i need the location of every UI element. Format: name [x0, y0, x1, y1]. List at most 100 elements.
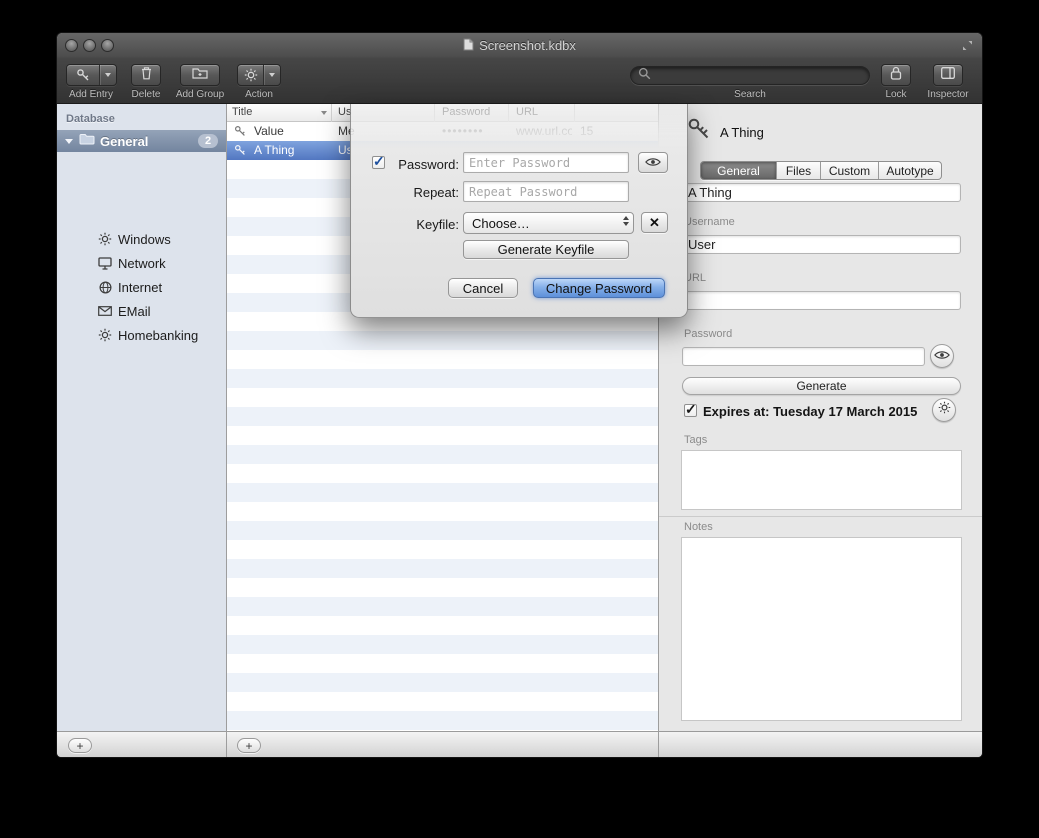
- change-password-dialog: Password: Repeat: Keyfile: Choose… ✕ Gen…: [350, 104, 688, 318]
- dialog-password-label: Password:: [383, 157, 459, 172]
- sidebar-item-windows[interactable]: Windows: [57, 227, 226, 251]
- search-input[interactable]: [655, 69, 862, 83]
- add-entry-button[interactable]: [66, 64, 117, 86]
- url-field[interactable]: [682, 291, 961, 310]
- expires-settings-button[interactable]: [932, 398, 956, 422]
- tab-general[interactable]: General: [701, 162, 777, 179]
- sidebar-divider[interactable]: [226, 104, 227, 757]
- tab-autotype[interactable]: Autotype: [879, 162, 941, 179]
- inspector-panel: A Thing General Files Custom Autotype Us…: [658, 104, 982, 731]
- gear-icon: [238, 65, 263, 85]
- username-label: Username: [684, 216, 735, 228]
- sort-arrow-icon: [321, 111, 327, 115]
- keyfile-popup[interactable]: Choose…: [463, 212, 634, 234]
- sidebar-item-network[interactable]: Network: [57, 251, 226, 275]
- search-field[interactable]: [630, 66, 870, 85]
- inspector-entry-title: A Thing: [720, 125, 764, 140]
- sidebar-item-label: Homebanking: [118, 328, 198, 343]
- sidebar-group-general[interactable]: General 2: [57, 130, 226, 152]
- dialog-repeat-input[interactable]: [463, 181, 629, 202]
- gear-icon: [97, 232, 113, 246]
- tags-label: Tags: [684, 434, 707, 446]
- folder-icon: [79, 132, 95, 150]
- cancel-button[interactable]: Cancel: [448, 278, 518, 298]
- inspector-label: Inspector: [927, 89, 968, 100]
- add-group-button[interactable]: [180, 64, 220, 86]
- key-icon: [234, 144, 246, 159]
- action-button[interactable]: [237, 64, 281, 86]
- inspector-button[interactable]: [933, 64, 963, 86]
- tags-input[interactable]: [681, 450, 962, 510]
- sidebar-item-label: EMail: [118, 304, 151, 319]
- eye-icon: [645, 155, 661, 170]
- window-header: Screenshot.kdbx Add Entry Delete Add Gro…: [57, 33, 982, 104]
- sidebar-item-label: Network: [118, 256, 166, 271]
- expires-checkbox[interactable]: [684, 404, 697, 417]
- trash-icon: [140, 66, 153, 85]
- generate-keyfile-button[interactable]: Generate Keyfile: [463, 240, 629, 259]
- search-label: Search: [734, 89, 766, 100]
- section-divider: [658, 516, 982, 517]
- monitor-icon: [97, 257, 113, 270]
- notes-label: Notes: [684, 521, 713, 533]
- search-icon: [638, 67, 651, 85]
- lock-icon: [890, 66, 902, 85]
- panel-icon: [941, 66, 955, 84]
- chevron-down-icon: [100, 65, 116, 85]
- add-entry-plus-button[interactable]: +: [237, 738, 261, 753]
- group-count-badge: 2: [198, 134, 218, 148]
- entry-title-cell: A Thing: [254, 143, 326, 157]
- show-password-button[interactable]: [930, 344, 954, 368]
- window-title-area: Screenshot.kdbx: [57, 33, 982, 58]
- add-entry-label: Add Entry: [69, 89, 113, 100]
- bottom-bar: + +: [57, 731, 982, 757]
- sidebar-item-homebanking[interactable]: Homebanking: [57, 323, 226, 347]
- add-group-label: Add Group: [176, 89, 224, 100]
- fullscreen-icon[interactable]: [961, 39, 974, 57]
- tab-custom[interactable]: Custom: [821, 162, 879, 179]
- dialog-password-input[interactable]: [463, 152, 629, 173]
- sidebar-item-label: Internet: [118, 280, 162, 295]
- key-icon: [234, 125, 246, 140]
- sidebar-item-internet[interactable]: Internet: [57, 275, 226, 299]
- dialog-repeat-label: Repeat:: [383, 185, 459, 200]
- disclosure-triangle-icon[interactable]: [65, 139, 73, 144]
- window-title: Screenshot.kdbx: [479, 38, 576, 53]
- tab-files[interactable]: Files: [777, 162, 821, 179]
- generate-password-button[interactable]: Generate: [682, 377, 961, 395]
- eye-icon: [934, 347, 950, 365]
- title-field[interactable]: [682, 183, 961, 202]
- column-header-title[interactable]: Title: [232, 106, 252, 118]
- key-icon: [67, 65, 99, 85]
- sidebar-item-email[interactable]: EMail: [57, 299, 226, 323]
- add-group-plus-button[interactable]: +: [68, 738, 92, 753]
- key-icon: [686, 116, 712, 147]
- expires-label: Expires at: Tuesday 17 March 2015: [703, 404, 917, 419]
- document-icon: [463, 38, 474, 54]
- gear-icon: [938, 401, 951, 419]
- folder-plus-icon: [192, 66, 208, 84]
- username-field[interactable]: [682, 235, 961, 254]
- delete-label: Delete: [132, 89, 161, 100]
- chevron-down-icon: [264, 65, 280, 85]
- action-label: Action: [245, 89, 273, 100]
- stepper-arrows-icon: [623, 216, 629, 226]
- entry-title-cell: Value: [254, 124, 326, 138]
- sidebar-item-label: Windows: [118, 232, 171, 247]
- globe-icon: [97, 281, 113, 294]
- sidebar-group-label: General: [100, 134, 198, 149]
- inspector-tab-bar: General Files Custom Autotype: [700, 161, 942, 180]
- clear-keyfile-button[interactable]: ✕: [641, 212, 668, 233]
- sidebar: Database General 2 Windows Network: [57, 104, 226, 731]
- password-label: Password: [684, 328, 732, 340]
- dialog-show-password-button[interactable]: [638, 152, 668, 173]
- desktop: Screenshot.kdbx Add Entry Delete Add Gro…: [0, 0, 1039, 838]
- notes-input[interactable]: [681, 537, 962, 721]
- delete-button[interactable]: [131, 64, 161, 86]
- password-field[interactable]: [682, 347, 925, 366]
- change-password-button[interactable]: Change Password: [533, 278, 665, 298]
- lock-button[interactable]: [881, 64, 911, 86]
- gear-icon: [97, 328, 113, 342]
- lock-label: Lock: [885, 89, 906, 100]
- sidebar-header: Database: [66, 113, 115, 125]
